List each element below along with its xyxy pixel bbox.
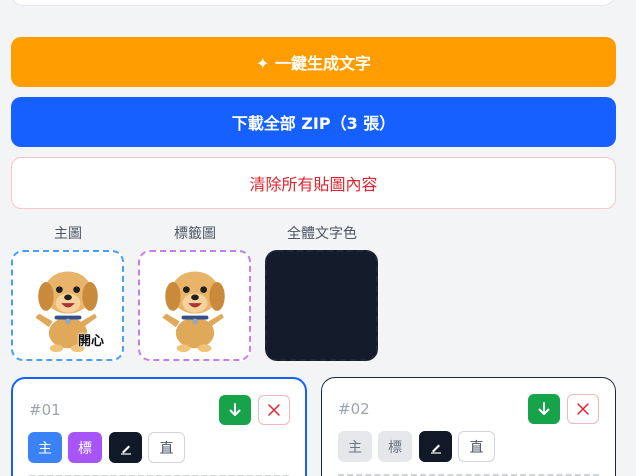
clear-all-label: 清除所有貼圖內容 [249,175,378,194]
close-icon [577,403,589,415]
generate-text-button[interactable]: ✦ 一鍵生成文字 [11,37,616,87]
delete-button[interactable] [567,394,599,424]
move-down-button[interactable] [219,395,251,425]
vertical-text-toggle[interactable]: 直 [148,432,185,463]
tag-image-slot[interactable] [138,250,251,361]
text-color-label: 全體文字色 [287,226,357,242]
dog-sticker-image [161,270,225,352]
vertical-text-toggle[interactable]: 直 [458,431,495,462]
move-down-button[interactable] [528,394,560,424]
tag-image-label: 標籤圖 [174,226,216,242]
clear-all-button[interactable]: 清除所有貼圖內容 [11,157,616,209]
tag-image-toggle[interactable]: 標 [68,432,102,463]
pen-icon [430,444,441,454]
tag-image-section: 標籤圖 [138,224,252,361]
generate-text-label: ✦ 一鍵生成文字 [256,54,371,73]
pen-icon [120,445,131,455]
arrow-down-icon [538,402,550,415]
arrow-down-icon [229,403,241,416]
main-image-toggle[interactable]: 主 [338,431,372,462]
sticker-caption: 開心 [77,334,104,349]
text-color-button[interactable] [109,432,142,463]
text-color-swatch[interactable] [265,250,378,361]
sticker-number: #02 [338,400,370,418]
main-image-section: 主圖 開心 [11,224,125,361]
main-image-label: 主圖 [54,226,82,242]
close-icon [268,404,280,416]
sticker-card[interactable]: #01 主 標 直 [11,377,307,476]
main-image-toggle[interactable]: 主 [28,432,62,463]
delete-button[interactable] [258,395,290,425]
download-zip-label: 下載全部 ZIP（3 張） [231,114,396,133]
sticker-number: #01 [29,401,61,419]
tag-image-toggle[interactable]: 標 [378,431,412,462]
download-zip-button[interactable]: 下載全部 ZIP（3 張） [11,97,616,147]
text-color-button[interactable] [419,431,452,462]
previous-card [11,0,615,6]
main-image-slot[interactable]: 開心 [11,250,124,361]
text-color-section: 全體文字色 [265,224,379,361]
sticker-card[interactable]: #02 主 標 直 [321,377,616,476]
